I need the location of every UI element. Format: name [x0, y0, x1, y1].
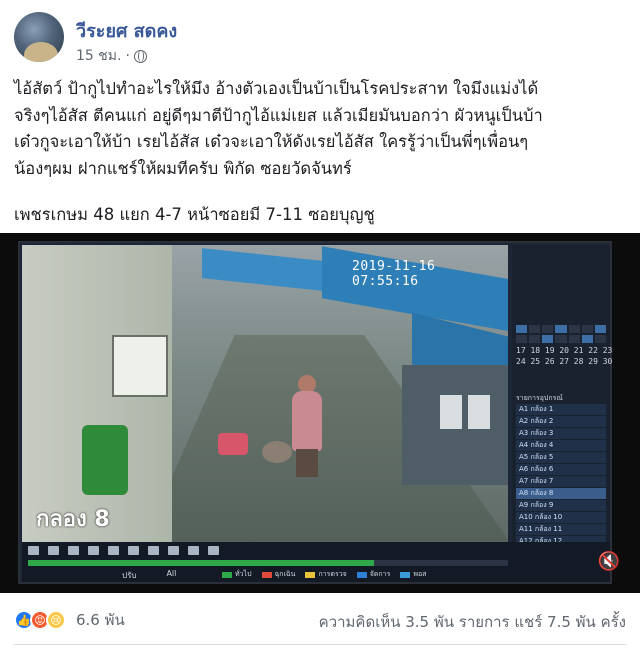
calendar-cell[interactable]	[555, 335, 567, 343]
legend-swatch	[222, 571, 232, 578]
awning	[202, 248, 332, 292]
post-time[interactable]: 15 ชม.	[76, 45, 121, 67]
person-legs	[296, 449, 318, 477]
legend-swatch	[356, 571, 367, 578]
calendar-cell[interactable]	[568, 325, 580, 333]
author-name[interactable]: วีระยศ สดคง	[76, 16, 177, 45]
calendar-cell[interactable]	[594, 335, 606, 343]
post-body: ไอ้สัตว์ ป้ากูไปทำอะไรให้มึง อ้างตัวเองเ…	[14, 76, 630, 182]
calendar-grid[interactable]	[516, 325, 606, 343]
camera-list-item[interactable]: A11 กล้อง 11	[516, 524, 606, 535]
camera-list-title: รายการอุปกรณ์	[516, 394, 563, 402]
legend-label: จัดการ	[369, 570, 391, 578]
cctv-timestamp: 2019-11-16 07:55:16	[352, 259, 436, 289]
calendar-row[interactable]: 24 25 26 27 28 29 30	[516, 356, 612, 367]
camera-list-item[interactable]: A1 กล้อง 1	[516, 404, 606, 415]
snapshot-icon[interactable]	[168, 546, 179, 555]
post-text-line: ไอ้สัตว์ ป้ากูไปทำอะไรให้มึง อ้างตัวเองเ…	[14, 79, 539, 98]
camera-list-item[interactable]: A2 กล้อง 2	[516, 416, 606, 427]
clip-icon[interactable]	[188, 546, 199, 555]
post-text-line: เด๋วกูจะเอาให้บ้า เรยไอ้สัส เด๋วจะเอาให้…	[14, 132, 529, 151]
reaction-count[interactable]: 6.6 พัน	[76, 608, 125, 632]
calendar-cell[interactable]	[542, 335, 554, 343]
hanging-shirt	[440, 395, 462, 429]
calendar-cell[interactable]	[568, 335, 580, 343]
divider	[14, 644, 626, 645]
control-labels: ปรับ All	[122, 569, 176, 582]
fast-icon[interactable]	[128, 546, 139, 555]
legend-label: การตรวจ	[318, 570, 347, 578]
legend-label: พอส	[413, 570, 427, 578]
control-label[interactable]: All	[166, 569, 176, 582]
volume-icon[interactable]	[148, 546, 159, 555]
calendar-cell[interactable]	[516, 335, 528, 343]
globe-icon[interactable]	[133, 49, 147, 63]
legend-item[interactable]: ฉุกเฉิน	[261, 569, 296, 580]
stop-icon[interactable]	[48, 546, 59, 555]
legend-item[interactable]: จัดการ	[356, 569, 391, 580]
hanging-shirt	[468, 395, 490, 429]
legend-swatch	[400, 571, 411, 578]
calendar-cell[interactable]	[529, 335, 541, 343]
play-icon[interactable]	[28, 546, 39, 555]
playback-timeline[interactable]	[28, 560, 508, 566]
sad-icon: 😢	[46, 610, 66, 630]
control-label[interactable]: ปรับ	[122, 569, 136, 582]
camera-label: กลอง 8	[36, 507, 110, 532]
green-bin	[82, 425, 128, 495]
forward-icon[interactable]	[88, 546, 99, 555]
post-header: วีระยศ สดคง 15 ชม. ·	[14, 12, 626, 68]
comment-share-stats[interactable]: ความคิดเห็น 3.5 พัน รายการ แชร์ 7.5 พัน …	[319, 610, 626, 634]
calendar-row[interactable]: 17 18 19 20 21 22 23	[516, 345, 612, 356]
legend-item[interactable]: พอส	[400, 569, 426, 580]
camera-list: รายการอุปกรณ์ A1 กล้อง 1 A2 กล้อง 2 A3 กล้…	[516, 393, 606, 560]
camera-list-item[interactable]: A3 กล้อง 3	[516, 428, 606, 439]
calendar-cell[interactable]	[529, 325, 541, 333]
record-type-legend: ทั่วไป ฉุกเฉิน การตรวจ จัดการ พอส	[222, 569, 426, 580]
calendar-numbers: 17 18 19 20 21 22 23 24 25 26 27 28 29 3…	[516, 345, 612, 367]
calendar-cell[interactable]	[594, 325, 606, 333]
legend-label: ฉุกเฉิน	[274, 570, 296, 578]
legend-swatch	[305, 571, 316, 578]
post-text-line: จริงๆไอ้สัส ตีคนแก่ อยู่ดีๆมาตีป้ากูไอ้แ…	[14, 105, 543, 125]
plant-pot	[262, 441, 292, 463]
post-location-text: เพชรเกษม 48 แยก 4-7 หน้าซอยมี 7-11 ซอยบุ…	[14, 205, 375, 224]
camera-list-item[interactable]: A8 กล้อง 8	[516, 488, 606, 499]
camera-list-item[interactable]: A9 กล้อง 9	[516, 500, 606, 511]
legend-item[interactable]: ทั่วไป	[222, 569, 252, 580]
camera-list-item[interactable]: A10 กล้อง 10	[516, 512, 606, 523]
speaker-muted-icon[interactable]: 🔇	[598, 551, 620, 572]
red-stool	[218, 433, 248, 455]
calendar-cell[interactable]	[581, 325, 593, 333]
camera-list-item[interactable]: A4 กล้อง 4	[516, 440, 606, 451]
post-text-line: น้องๆผม ฝากแชร์ให้ผมทีครับ พิกัด ซอยวัดจ…	[14, 158, 352, 178]
calendar-cell[interactable]	[516, 325, 528, 333]
legend-swatch	[261, 571, 272, 578]
rewind-icon[interactable]	[68, 546, 79, 555]
cctv-frame: 2019-11-16 07:55:16 กลอง 8	[22, 245, 508, 542]
slow-icon[interactable]	[108, 546, 119, 555]
legend-item[interactable]: การตรวจ	[305, 569, 347, 580]
control-buttons	[28, 546, 219, 555]
author-avatar[interactable]	[14, 12, 64, 62]
camera-list-item[interactable]: A7 กล้อง 7	[516, 476, 606, 487]
legend-label: ทั่วไป	[235, 570, 252, 578]
nvr-side-panel: 17 18 19 20 21 22 23 24 25 26 27 28 29 3…	[512, 245, 612, 559]
calendar-cell[interactable]	[542, 325, 554, 333]
reaction-summary[interactable]: 👍 😡 😢 6.6 พัน	[14, 608, 125, 632]
person	[292, 391, 322, 451]
notice-board	[112, 335, 168, 397]
playback-controls: ปรับ All ทั่วไป ฉุกเฉิน การตรวจ จัดการ พอส	[22, 542, 610, 582]
zoom-icon[interactable]	[208, 546, 219, 555]
calendar-cell[interactable]	[581, 335, 593, 343]
post-meta: 15 ชม. ·	[76, 45, 147, 67]
nvr-monitor: 2019-11-16 07:55:16 กลอง 8 17 18 19 20 2…	[18, 241, 612, 584]
video-player[interactable]: 2019-11-16 07:55:16 กลอง 8 17 18 19 20 2…	[0, 233, 640, 593]
timeline-progress	[28, 560, 374, 566]
camera-list-item[interactable]: A5 กล้อง 5	[516, 452, 606, 463]
calendar-cell[interactable]	[555, 325, 567, 333]
camera-list-item[interactable]: A6 กล้อง 6	[516, 464, 606, 475]
